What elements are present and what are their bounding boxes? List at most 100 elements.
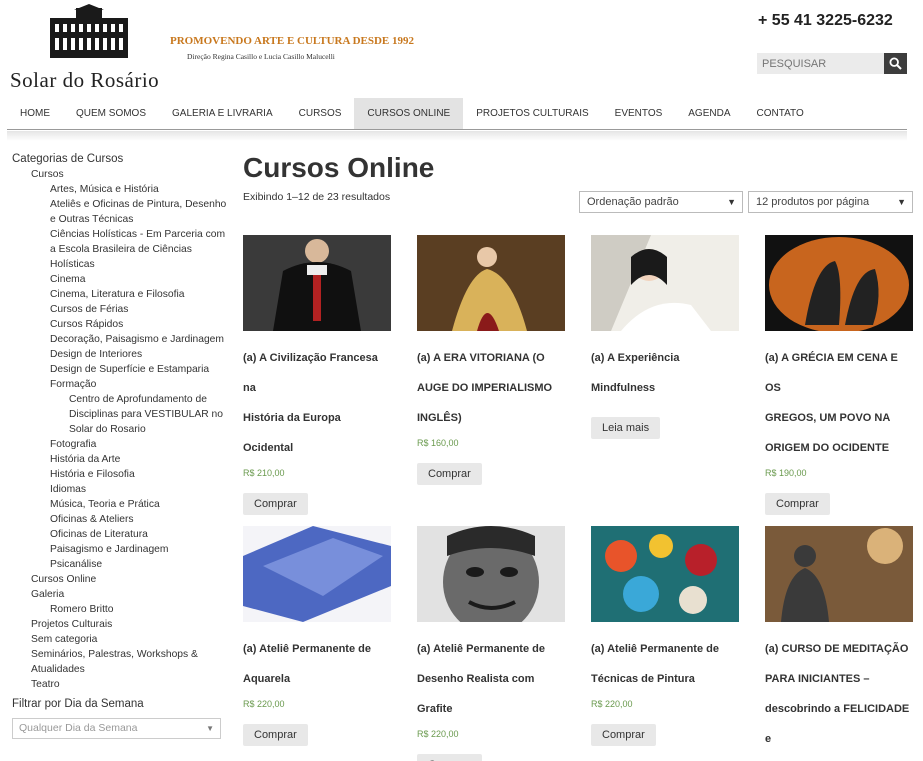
sidebar-category-item[interactable]: Centro de Aprofundamento de Disciplinas …: [12, 392, 227, 437]
product-image[interactable]: [591, 526, 739, 622]
portrait-icon: [273, 239, 361, 331]
product-title[interactable]: (a) A ERA VITORIANA (O AUGE DO IMPERIALIS…: [417, 343, 565, 433]
sidebar-category-item[interactable]: Cursos: [12, 167, 227, 182]
sidebar: Categorias de Cursos Cursos Artes, Música…: [12, 152, 227, 739]
sidebar-category-item[interactable]: Sem categoria: [12, 632, 227, 647]
sidebar-category-item[interactable]: Psicanálise: [12, 557, 227, 572]
product-price: R$ 160,00: [417, 438, 459, 448]
sidebar-category-item[interactable]: Oficinas de Literatura: [12, 527, 227, 542]
sidebar-category-item[interactable]: Oficinas & Ateliers: [12, 512, 227, 527]
product-image[interactable]: [765, 526, 913, 622]
nav-item-agenda[interactable]: AGENDA: [675, 98, 743, 129]
sidebar-category-item[interactable]: Projetos Culturais: [12, 617, 227, 632]
product-action-button[interactable]: Comprar: [417, 754, 482, 761]
weekday-filter-title: Filtrar por Dia da Semana: [12, 698, 144, 710]
product-title[interactable]: (a) A GRÉCIA EM CENA E OS GREGOS, UM POVO…: [765, 343, 913, 463]
direction-credit: Direção Regina Casillo e Lucia Casillo M…: [187, 52, 335, 61]
sidebar-category-item[interactable]: Seminários, Palestras, Workshops & Atual…: [12, 647, 227, 677]
sidebar-category-item[interactable]: Design de Superfície e Estamparia: [12, 362, 227, 377]
product-title-line: GREGOS, UM POVO NA: [765, 412, 891, 424]
product-title-line: (a) A Civilização Francesa na: [243, 352, 378, 394]
chevron-down-icon: ▼: [897, 197, 906, 207]
sidebar-category-item[interactable]: Design de Interiores: [12, 347, 227, 362]
building-logo-icon: [50, 4, 128, 58]
weekday-filter-select[interactable]: Qualquer Dia da Semana ▼: [12, 718, 221, 739]
product-price: R$ 220,00: [243, 699, 285, 709]
product-title[interactable]: (a) Ateliê Permanente de Aquarela: [243, 634, 391, 694]
product-title-line: AUGE DO IMPERIALISMO: [417, 382, 553, 394]
product-action-button[interactable]: Comprar: [243, 493, 308, 515]
nav-item-cursos-online[interactable]: CURSOS ONLINE: [354, 98, 464, 129]
product-title[interactable]: (a) A Civilização Francesa na História da…: [243, 343, 391, 463]
painting-icon: [417, 235, 565, 331]
chevron-down-icon: ▼: [727, 197, 736, 207]
product-image[interactable]: [765, 235, 913, 331]
logo-text: Solar do Rosário: [10, 68, 160, 92]
chevron-down-icon: ▼: [206, 724, 214, 733]
nav-item-contato[interactable]: CONTATO: [744, 98, 817, 129]
phone-number: + 55 41 3225-6232: [758, 12, 893, 29]
sidebar-category-item[interactable]: Decoração, Paisagismo e Jardinagem: [12, 332, 227, 347]
meditation-photo-icon: [591, 235, 739, 331]
sidebar-category-item[interactable]: Idiomas: [12, 482, 227, 497]
product-title[interactable]: (a) Ateliê Permanente de Desenho Realista…: [417, 634, 565, 724]
nav-item-cursos[interactable]: CURSOS: [286, 98, 355, 129]
search-input[interactable]: [757, 53, 884, 74]
product-image[interactable]: [243, 235, 391, 331]
product-image[interactable]: [591, 235, 739, 331]
nav-shadow: [7, 131, 907, 141]
logo[interactable]: Solar do Rosário: [10, 4, 170, 92]
sidebar-category-item[interactable]: Cursos de Férias: [12, 302, 227, 317]
sidebar-category-item[interactable]: Formação: [12, 377, 227, 392]
weekday-filter-value: Qualquer Dia da Semana: [19, 722, 138, 734]
product-action-button[interactable]: Comprar: [765, 493, 830, 515]
sidebar-category-item[interactable]: Ciências Holísticas - Em Parceria com a …: [12, 227, 227, 272]
page-title: Cursos Online: [243, 152, 435, 183]
search-button[interactable]: [884, 53, 907, 74]
nav-item-eventos[interactable]: EVENTOS: [602, 98, 676, 129]
per-page-select[interactable]: 12 produtos por página ▼: [748, 191, 913, 213]
order-select[interactable]: Ordenação padrão ▼: [579, 191, 743, 213]
product-title[interactable]: (a) CURSO DE MEDITAÇÃO PARA INICIANTES – d…: [765, 634, 913, 761]
sidebar-category-item[interactable]: História da Arte: [12, 452, 227, 467]
sidebar-category-item[interactable]: Fotografia: [12, 437, 227, 452]
sidebar-category-item[interactable]: Artes, Música e História: [12, 182, 227, 197]
watercolor-icon: [243, 526, 391, 622]
sidebar-category-item[interactable]: Cursos Rápidos: [12, 317, 227, 332]
nav-item-projetos-culturais[interactable]: PROJETOS CULTURAIS: [463, 98, 601, 129]
buddha-icon: [765, 526, 913, 622]
product-title-line: Mindfulness: [591, 382, 656, 394]
graphite-portrait-icon: [417, 526, 565, 622]
product-image[interactable]: [417, 526, 565, 622]
product-title-line: Grafite: [417, 703, 453, 715]
sidebar-category-item[interactable]: Paisagismo e Jardinagem: [12, 542, 227, 557]
product-image[interactable]: [243, 526, 391, 622]
product-title[interactable]: (a) A Experiência Mindfulness: [591, 343, 739, 403]
product-price: R$ 190,00: [765, 468, 807, 478]
product-card: (a) A Experiência Mindfulness Leia mais: [591, 235, 739, 439]
nav-item-galeria-e-livraria[interactable]: GALERIA E LIVRARIA: [159, 98, 286, 129]
categories-heading: Categorias de Cursos: [12, 153, 124, 165]
sidebar-category-item[interactable]: Ateliês e Oficinas de Pintura, Desenho e…: [12, 197, 227, 227]
product-action-button[interactable]: Comprar: [243, 724, 308, 746]
product-title-line: (a) A ERA VITORIANA (O: [417, 352, 545, 364]
sidebar-category-item[interactable]: Teatro: [12, 677, 227, 692]
nav-item-quem-somos[interactable]: QUEM SOMOS: [63, 98, 159, 129]
product-title-line: Técnicas de Pintura: [591, 673, 695, 685]
sidebar-category-item[interactable]: Romero Britto: [12, 602, 227, 617]
product-action-button[interactable]: Leia mais: [591, 417, 661, 439]
sidebar-category-item[interactable]: Cinema: [12, 272, 227, 287]
product-action-button[interactable]: Comprar: [417, 463, 482, 485]
sidebar-category-item[interactable]: Galeria: [12, 587, 227, 602]
nav-item-home[interactable]: HOME: [7, 98, 63, 129]
product-card: (a) A ERA VITORIANA (O AUGE DO IMPERIALIS…: [417, 235, 565, 485]
sidebar-category-item[interactable]: Música, Teoria e Prática: [12, 497, 227, 512]
product-action-button[interactable]: Comprar: [591, 724, 656, 746]
sidebar-category-item[interactable]: Cursos Online: [12, 572, 227, 587]
product-image[interactable]: [417, 235, 565, 331]
sidebar-category-item[interactable]: Cinema, Literatura e Filosofia: [12, 287, 227, 302]
product-card: (a) A GRÉCIA EM CENA E OS GREGOS, UM POVO…: [765, 235, 913, 515]
greek-vase-icon: [765, 235, 913, 331]
product-title[interactable]: (a) Ateliê Permanente de Técnicas de Pint…: [591, 634, 739, 694]
sidebar-category-item[interactable]: História e Filosofia: [12, 467, 227, 482]
